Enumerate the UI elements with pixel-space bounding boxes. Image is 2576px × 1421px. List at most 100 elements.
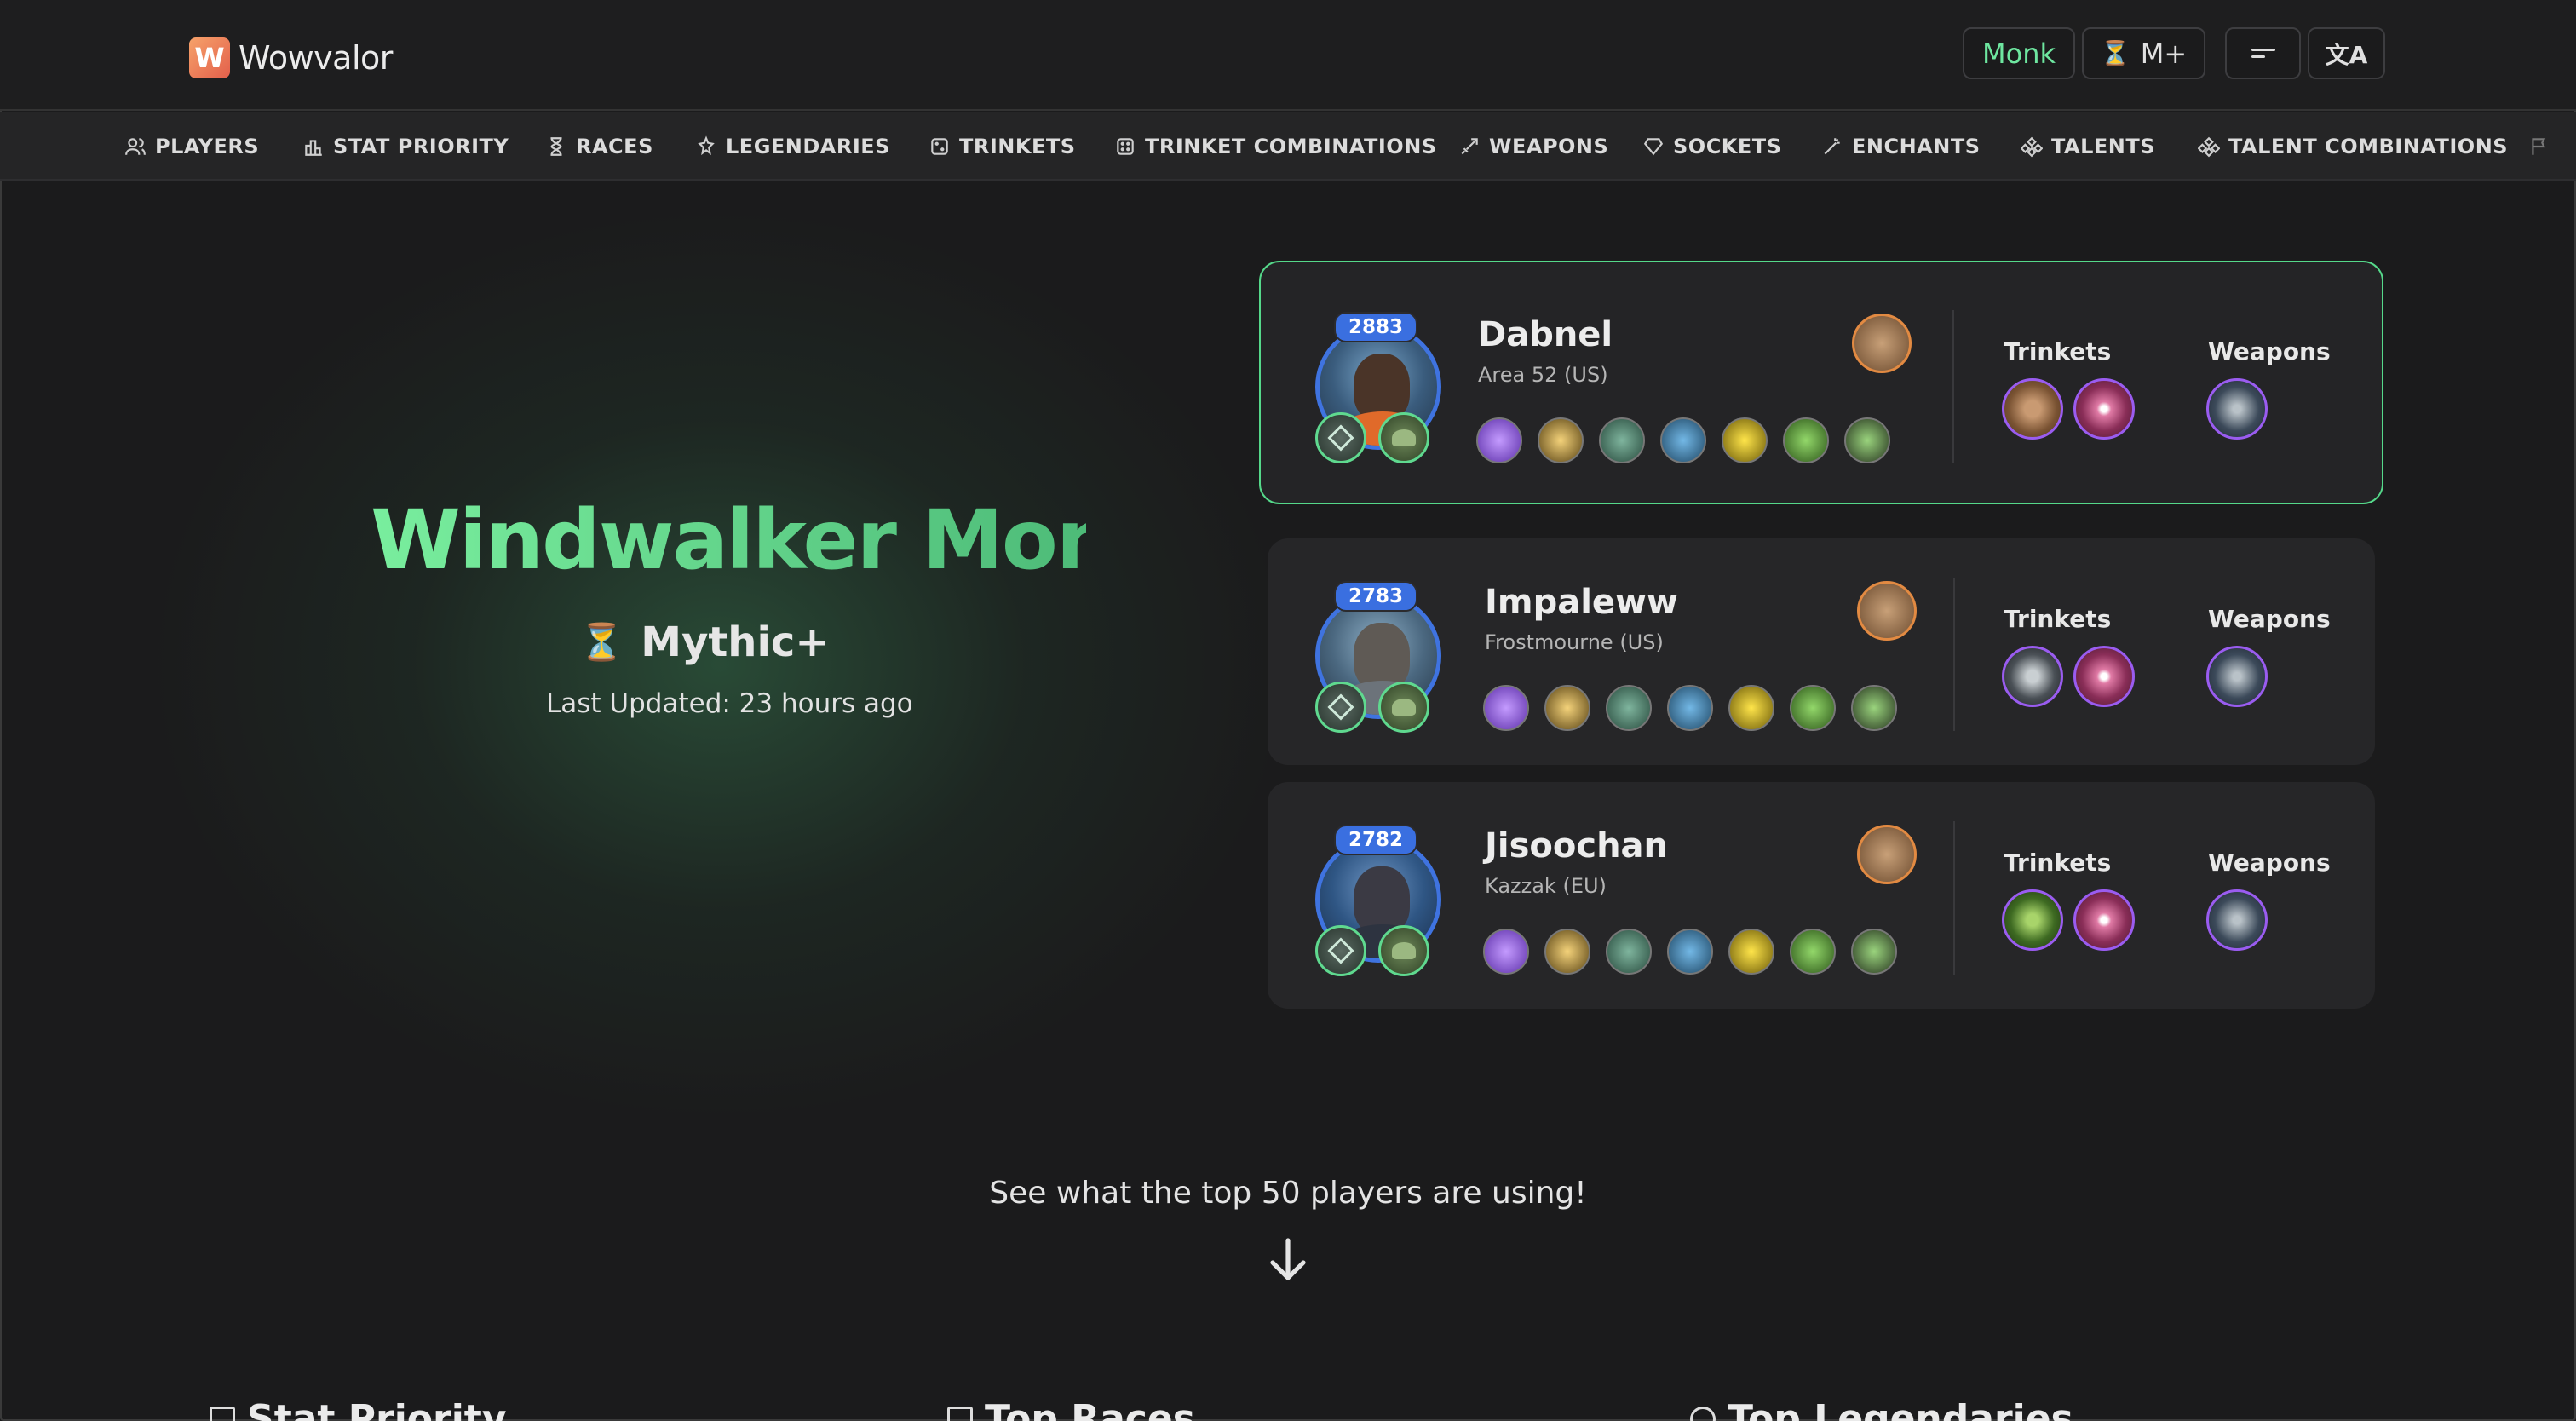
top-header: W Wowvalor Monk ⏳ M+ 文A — [0, 0, 2576, 111]
talent-icon[interactable] — [1544, 685, 1590, 731]
bar-chart-icon — [305, 140, 322, 156]
talent-icon[interactable] — [1783, 417, 1829, 463]
top-races-heading: Top Races — [947, 1397, 1195, 1421]
spec-icon — [1315, 412, 1366, 463]
wand-icon — [1824, 138, 1840, 155]
dice-icon — [1117, 138, 1134, 155]
users-icon — [125, 138, 146, 155]
talent-icon[interactable] — [1851, 685, 1897, 731]
talent-icon[interactable] — [1722, 417, 1768, 463]
player-name[interactable]: Jisoochan — [1485, 826, 1668, 866]
gem-icon — [1643, 138, 1664, 156]
trinket-icon[interactable] — [2073, 646, 2135, 707]
trinket-icon[interactable] — [2002, 889, 2063, 951]
talent-icon[interactable] — [1790, 929, 1836, 975]
legendary-item-icon[interactable] — [1857, 581, 1917, 641]
nav-enchants[interactable]: ENCHANTS — [1821, 112, 1981, 179]
language-button[interactable]: 文A — [2308, 27, 2385, 79]
brand-name: Wowvalor — [239, 39, 393, 77]
mode-select-button[interactable]: ⏳ M+ — [2082, 27, 2205, 79]
dice-icon — [931, 138, 948, 155]
talent-icon — [2198, 136, 2220, 158]
trinket-icon[interactable] — [2073, 889, 2135, 951]
talent-icon[interactable] — [1606, 929, 1652, 975]
hourglass-icon — [550, 137, 562, 156]
player-card[interactable]: 2782 Jisoochan Kazzak (EU) Trinkets Weap… — [1268, 782, 2375, 1009]
card-divider — [1953, 578, 1955, 731]
talent-icons — [1476, 417, 1890, 463]
nav-next-partial[interactable] — [2528, 112, 2550, 179]
weapons-label: Weapons — [2208, 337, 2331, 365]
talent-icon[interactable] — [1790, 685, 1836, 731]
spec-icon — [1315, 682, 1366, 733]
trinket-icon[interactable] — [2002, 378, 2063, 440]
nav-talents[interactable]: TALENTS — [2021, 112, 2155, 179]
talent-icon[interactable] — [1606, 685, 1652, 731]
covenant-icon — [1378, 412, 1429, 463]
hero-mode-label: Mythic+ — [641, 618, 830, 666]
arrow-down-icon[interactable] — [1268, 1237, 1308, 1285]
talent-icon[interactable] — [1538, 417, 1584, 463]
talent-icon[interactable] — [1667, 929, 1713, 975]
weapon-icon[interactable] — [2206, 378, 2268, 440]
menu-icon — [2251, 44, 2275, 62]
player-avatar-group: 2783 — [1315, 581, 1443, 743]
legendary-item-icon[interactable] — [1857, 825, 1917, 884]
class-select-button[interactable]: Monk — [1963, 27, 2075, 79]
top-players-cta: See what the top 50 players are using! — [989, 1176, 1587, 1211]
nav-weapons[interactable]: WEAPONS — [1458, 112, 1608, 179]
trinket-icon[interactable] — [2002, 646, 2063, 707]
talent-icon[interactable] — [1483, 685, 1529, 731]
talent-icon[interactable] — [1476, 417, 1522, 463]
spec-icon — [1315, 925, 1366, 976]
rating-badge: 2883 — [1334, 312, 1417, 342]
player-realm: Frostmourne (US) — [1485, 630, 1664, 654]
player-card[interactable]: 2883 Dabnel Area 52 (US) Trinkets Weapon… — [1259, 261, 2383, 504]
logo-icon: W — [189, 37, 230, 78]
menu-button[interactable] — [2225, 27, 2301, 79]
card-divider — [1952, 310, 1954, 463]
trinket-icon[interactable] — [2073, 378, 2135, 440]
talent-icon[interactable] — [1660, 417, 1706, 463]
sword-icon — [1461, 138, 1478, 155]
nav-talent-combinations[interactable]: TALENT COMBINATIONS — [2198, 112, 2508, 179]
talent-icon[interactable] — [1544, 929, 1590, 975]
trinkets-label: Trinkets — [2004, 337, 2112, 365]
player-card[interactable]: 2783 Impaleww Frostmourne (US) Trinkets … — [1268, 538, 2375, 765]
hourglass-icon: ⏳ — [579, 621, 624, 663]
mode-label: M+ — [2140, 37, 2188, 70]
hero-mode: ⏳ Mythic+ — [579, 618, 830, 666]
talent-icon[interactable] — [1851, 929, 1897, 975]
talent-icon[interactable] — [1728, 685, 1774, 731]
nav-sockets[interactable]: SOCKETS — [1642, 112, 1781, 179]
card-divider — [1953, 821, 1955, 975]
weapon-icon[interactable] — [2206, 646, 2268, 707]
talent-icons — [1483, 685, 1897, 731]
rating-badge: 2783 — [1334, 581, 1417, 612]
player-name[interactable]: Dabnel — [1478, 315, 1613, 354]
hourglass-icon — [947, 1406, 973, 1421]
talent-icon[interactable] — [1728, 929, 1774, 975]
talent-icon[interactable] — [1844, 417, 1890, 463]
legendary-icon — [698, 135, 715, 156]
player-avatar-group: 2782 — [1315, 825, 1443, 987]
weapon-icon[interactable] — [2206, 889, 2268, 951]
talent-icon[interactable] — [1483, 929, 1529, 975]
weapons-label: Weapons — [2208, 849, 2331, 877]
legendary-icon — [1690, 1406, 1716, 1421]
covenant-icon — [1378, 925, 1429, 976]
brand-logo[interactable]: W Wowvalor — [189, 37, 393, 78]
hero-title: Windwalker Monk — [371, 492, 1167, 588]
player-name[interactable]: Impaleww — [1485, 583, 1678, 622]
translate-icon: 文A — [2325, 40, 2368, 69]
trinkets-label: Trinkets — [2004, 605, 2112, 633]
hourglass-icon: ⏳ — [2100, 39, 2130, 67]
top-legendaries-heading: Top Legendaries — [1690, 1397, 2073, 1421]
rating-badge: 2782 — [1334, 825, 1417, 855]
covenant-icon — [1378, 682, 1429, 733]
talent-icon[interactable] — [1599, 417, 1645, 463]
player-realm: Area 52 (US) — [1478, 363, 1608, 387]
bar-chart-icon — [210, 1406, 235, 1421]
legendary-item-icon[interactable] — [1852, 314, 1912, 373]
talent-icon[interactable] — [1667, 685, 1713, 731]
